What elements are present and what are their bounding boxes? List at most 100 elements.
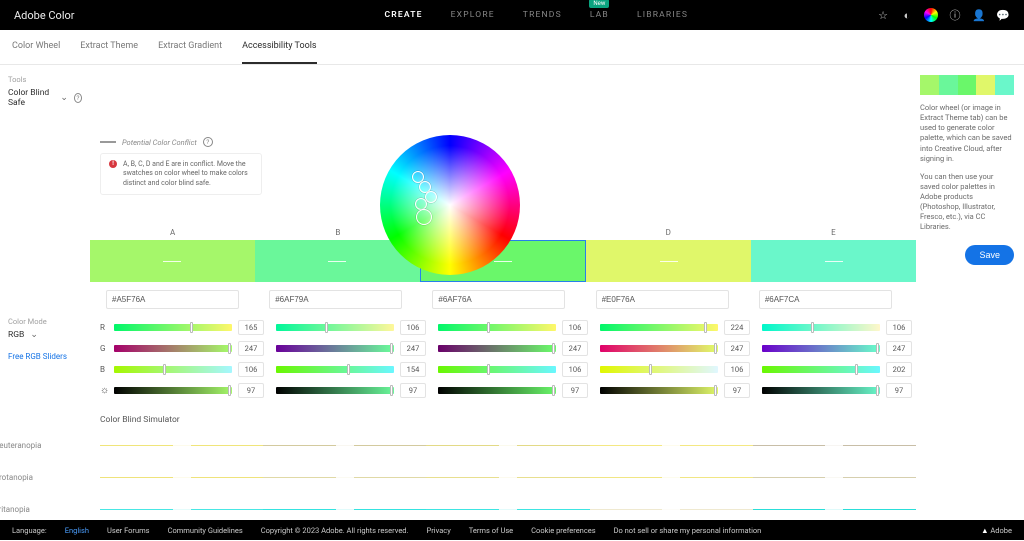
slider-bright-2[interactable] — [438, 387, 556, 394]
footer-terms[interactable]: Terms of Use — [469, 526, 513, 535]
info-p1: Color wheel (or image in Extract Theme t… — [920, 103, 1014, 164]
footer-copyright: Copyright © 2023 Adobe. All rights reser… — [261, 526, 409, 535]
val-r-2[interactable]: 106 — [562, 320, 588, 335]
nav-create[interactable]: CREATE — [385, 10, 423, 20]
val-g-2[interactable]: 247 — [562, 341, 588, 356]
val-b-3[interactable]: 106 — [724, 362, 750, 377]
subnav-access[interactable]: Accessibility Tools — [242, 30, 316, 64]
swatch-e[interactable] — [751, 240, 916, 282]
slider-b-4[interactable] — [762, 366, 880, 373]
subnav-extract[interactable]: Extract Theme — [80, 30, 138, 64]
moon-icon[interactable]: ◐ — [900, 8, 914, 22]
val-r-3[interactable]: 224 — [724, 320, 750, 335]
cbs-swatch — [100, 477, 263, 479]
footer-cookies[interactable]: Cookie preferences — [531, 526, 595, 535]
slider-g-4[interactable] — [762, 345, 880, 352]
free-sliders-link[interactable]: Free RGB Sliders — [8, 352, 82, 361]
nav-lab[interactable]: NewLAB — [590, 10, 609, 20]
cbs-swatch — [263, 509, 426, 511]
val-bright-2[interactable]: 97 — [562, 383, 588, 398]
color-mode-select[interactable]: RGB⌄ — [8, 330, 82, 340]
val-bright-0[interactable]: 97 — [238, 383, 264, 398]
help-icon[interactable]: ? — [74, 93, 82, 103]
nav-explore[interactable]: EXPLORE — [451, 10, 495, 20]
cbs-trit-label: Tritanopia — [0, 505, 100, 514]
cbs-swatch — [753, 509, 916, 511]
subnav-wheel[interactable]: Color Wheel — [12, 30, 60, 64]
rgb-sliders: R165106106224106 G247247247247247 B10615… — [90, 317, 916, 401]
sub-nav: Color Wheel Extract Theme Extract Gradie… — [0, 30, 1024, 65]
swatch-a[interactable] — [90, 240, 255, 282]
color-mode-label: Color Mode — [8, 317, 82, 326]
color-wheel-icon[interactable] — [924, 8, 938, 22]
slider-g-1[interactable] — [276, 345, 394, 352]
hex-e[interactable] — [759, 290, 892, 309]
hex-c[interactable] — [432, 290, 565, 309]
footer-forums[interactable]: User Forums — [107, 526, 150, 535]
slider-b-1[interactable] — [276, 366, 394, 373]
val-g-4[interactable]: 247 — [886, 341, 912, 356]
save-button[interactable]: Save — [965, 245, 1014, 265]
slider-r-2[interactable] — [438, 324, 556, 331]
footer-guidelines[interactable]: Community Guidelines — [168, 526, 243, 535]
val-b-1[interactable]: 154 — [400, 362, 426, 377]
cbs-swatch — [590, 445, 753, 447]
slider-bright-3[interactable] — [600, 387, 718, 394]
info-p2: You can then use your saved color palett… — [920, 172, 1014, 233]
slider-r-1[interactable] — [276, 324, 394, 331]
cbs-deut-label: Deuteranopia — [0, 441, 100, 450]
chat-icon[interactable]: 💬 — [996, 8, 1010, 22]
val-b-4[interactable]: 202 — [886, 362, 912, 377]
val-bright-3[interactable]: 97 — [724, 383, 750, 398]
help-icon[interactable]: ? — [203, 137, 213, 147]
footer-privacy[interactable]: Privacy — [427, 526, 451, 535]
star-icon[interactable]: ☆ — [876, 8, 890, 22]
val-bright-1[interactable]: 97 — [400, 383, 426, 398]
slider-bright-0[interactable] — [114, 387, 232, 394]
tools-label: Tools — [8, 75, 82, 84]
val-b-0[interactable]: 106 — [238, 362, 264, 377]
color-wheel[interactable] — [380, 135, 520, 275]
swatch-d[interactable] — [586, 240, 751, 282]
val-g-0[interactable]: 247 — [238, 341, 264, 356]
hex-b[interactable] — [269, 290, 402, 309]
tool-selector[interactable]: Color Blind Safe⌄ ? — [8, 88, 82, 108]
hex-a[interactable] — [106, 290, 239, 309]
slider-r-0[interactable] — [114, 324, 232, 331]
top-bar: Adobe Color CREATE EXPLORE TRENDS NewLAB… — [0, 0, 1024, 30]
slider-bright-4[interactable] — [762, 387, 880, 394]
left-panel: Tools Color Blind Safe⌄ ? Color Mode RGB… — [0, 65, 90, 541]
cbs-swatch — [263, 477, 426, 479]
slider-g-0[interactable] — [114, 345, 232, 352]
slider-bright-1[interactable] — [276, 387, 394, 394]
info-icon[interactable]: ⓘ — [948, 8, 962, 22]
nav-trends[interactable]: TRENDS — [523, 10, 562, 20]
val-b-2[interactable]: 106 — [562, 362, 588, 377]
main-nav: CREATE EXPLORE TRENDS NewLAB LIBRARIES — [385, 10, 689, 20]
footer-donotsell[interactable]: Do not sell or share my personal informa… — [614, 526, 762, 535]
main: Tools Color Blind Safe⌄ ? Color Mode RGB… — [0, 65, 1024, 541]
val-r-1[interactable]: 106 — [400, 320, 426, 335]
hex-d[interactable] — [596, 290, 729, 309]
cbs-prot-label: Protanopia — [0, 473, 100, 482]
cbs-swatch — [590, 477, 753, 479]
slider-b-2[interactable] — [438, 366, 556, 373]
chevron-down-icon: ⌄ — [60, 93, 68, 103]
val-bright-4[interactable]: 97 — [886, 383, 912, 398]
subnav-gradient[interactable]: Extract Gradient — [158, 30, 222, 64]
slider-r-4[interactable] — [762, 324, 880, 331]
footer-lang[interactable]: English — [65, 526, 89, 535]
center-panel: Potential Color Conflict ? ! A, B, C, D … — [90, 65, 916, 541]
slider-r-3[interactable] — [600, 324, 718, 331]
val-g-3[interactable]: 247 — [724, 341, 750, 356]
val-r-0[interactable]: 165 — [238, 320, 264, 335]
slider-b-0[interactable] — [114, 366, 232, 373]
adobe-logo[interactable]: ▲ Adobe — [981, 526, 1012, 535]
val-g-1[interactable]: 247 — [400, 341, 426, 356]
nav-libraries[interactable]: LIBRARIES — [637, 10, 688, 20]
slider-b-3[interactable] — [600, 366, 718, 373]
user-icon[interactable]: 👤 — [972, 8, 986, 22]
slider-g-3[interactable] — [600, 345, 718, 352]
val-r-4[interactable]: 106 — [886, 320, 912, 335]
slider-g-2[interactable] — [438, 345, 556, 352]
